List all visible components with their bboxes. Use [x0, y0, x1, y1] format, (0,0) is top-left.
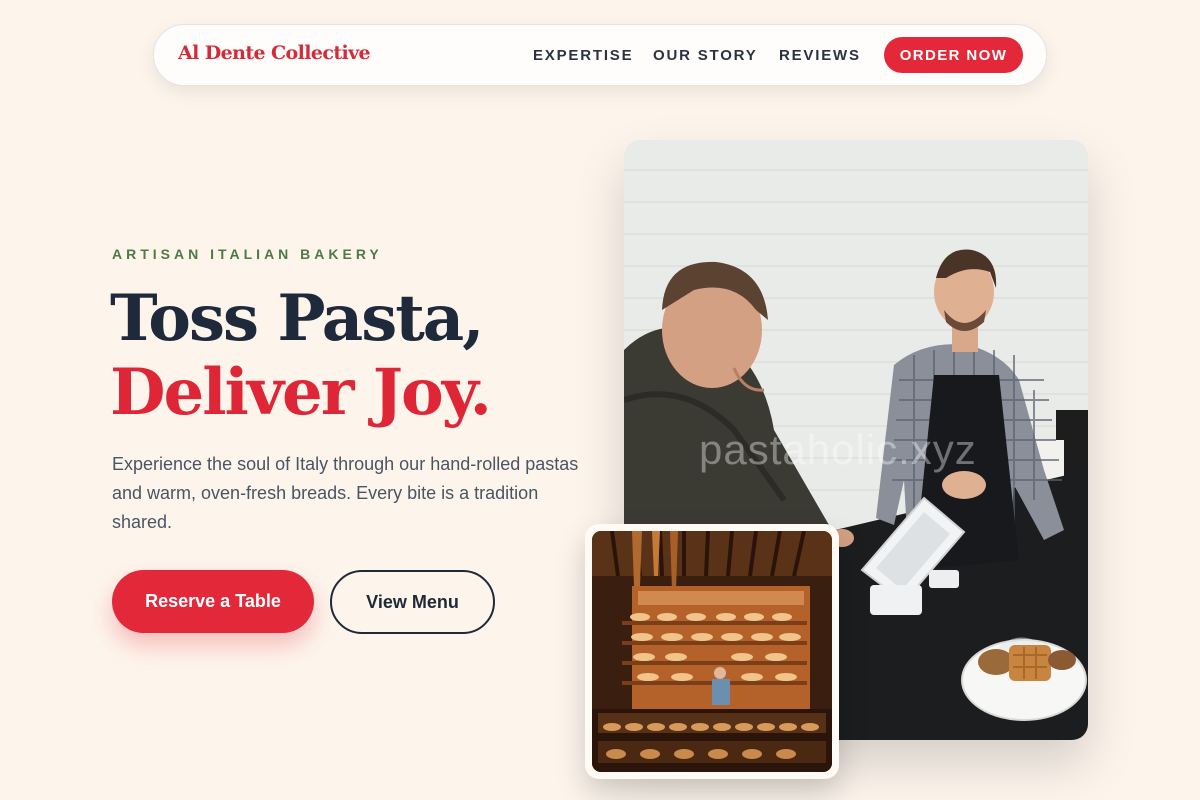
hero-headline: Toss Pasta, Deliver Joy.	[110, 281, 492, 430]
view-menu-button[interactable]: View Menu	[330, 570, 495, 634]
nav-link-expertise[interactable]: EXPERTISE	[533, 47, 633, 64]
pastry-display-illustration	[592, 531, 832, 772]
reserve-table-button[interactable]: Reserve a Table	[112, 570, 314, 633]
hero-eyebrow: ARTISAN ITALIAN BAKERY	[112, 246, 383, 262]
nav-link-our-story[interactable]: OUR STORY	[653, 47, 758, 64]
headline-line-2: Deliver Joy.	[110, 355, 492, 430]
order-now-button[interactable]: ORDER NOW	[884, 37, 1023, 73]
pastry-display-photo-card	[585, 524, 839, 779]
top-navbar: Al Dente Collective EXPERTISE OUR STORY …	[153, 24, 1047, 86]
headline-line-1: Toss Pasta,	[110, 281, 485, 356]
nav-link-reviews[interactable]: REVIEWS	[779, 47, 861, 64]
brand-logo-text[interactable]: Al Dente Collective	[178, 42, 371, 64]
hero-description: Experience the soul of Italy through our…	[112, 454, 579, 532]
image-watermark: pastaholic.xyz	[699, 426, 977, 473]
pastry-display-photo	[592, 531, 832, 772]
